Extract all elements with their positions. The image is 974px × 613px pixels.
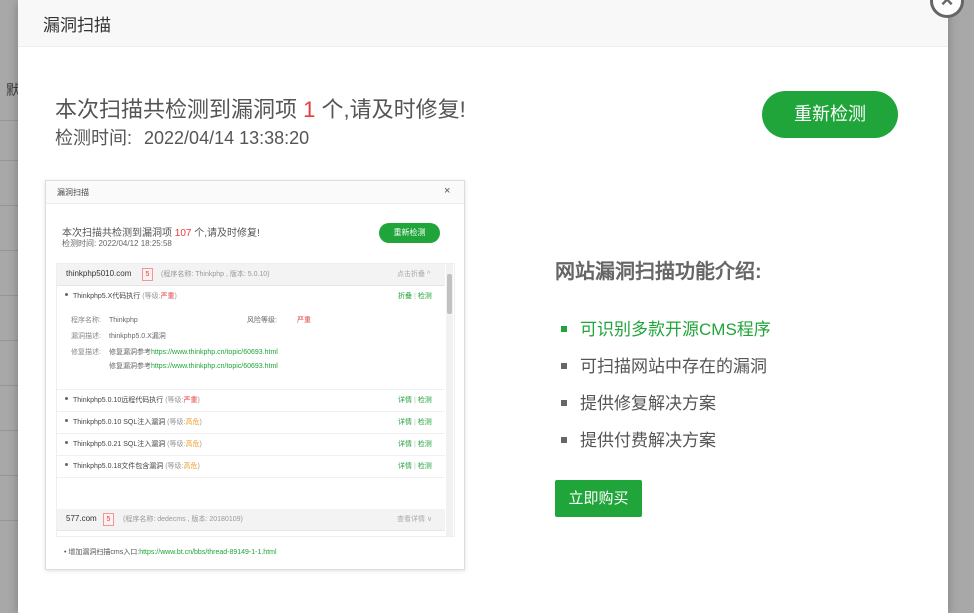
preview-vuln-item: Thinkphp5.X代码执行 (等级:严重) 折叠 | 检测 (57, 286, 445, 308)
buy-now-button[interactable]: 立即购买 (555, 480, 642, 517)
intro-title: 网站漏洞扫描功能介绍: (555, 261, 762, 283)
preview-site-meta: (程序名称: dedecms , 版本: 20180109) (123, 516, 243, 523)
square-bullet-icon (561, 362, 567, 369)
preview-time: 检测时间: 2022/04/12 18:25:58 (62, 239, 172, 248)
dialog-title: 漏洞扫描 (43, 16, 111, 35)
summary-prefix: 本次扫描共检测到漏洞项 (55, 97, 298, 122)
feature-item: 提供付费解决方案 (561, 426, 716, 451)
bullet-icon (65, 441, 68, 444)
preview-site-toggle: 点击折叠 ^ (397, 271, 431, 278)
detail-fix: 修复描述: 修复漏洞参考https://www.thinkphp.cn/topic… (71, 349, 278, 356)
square-bullet-icon (561, 325, 567, 332)
dialog-header: 漏洞扫描 (18, 0, 948, 47)
preview-vuln-item: Thinkphp5.0.21 SQL注入漏洞 (等级:高危) 详情 | 检测 (57, 434, 445, 456)
preview-footer: • 增加漏洞扫描cms入口:https://www.bt.cn/bbs/thre… (64, 549, 277, 556)
preview-rescan-button: 重新检测 (379, 223, 440, 243)
preview-site-toggle: 查看详情 ∨ (397, 516, 433, 523)
preview-scrollbar (446, 264, 453, 536)
preview-vuln-list: thinkphp5010.com 5 (程序名称: Thinkphp , 版本:… (56, 263, 455, 537)
feature-preview-image: 漏洞扫描 × 本次扫描共检测到漏洞项 107 个,请及时修复! 检测时间: 20… (45, 180, 465, 570)
bullet-icon (65, 397, 68, 400)
feature-item: 可扫描网站中存在的漏洞 (561, 352, 767, 377)
preview-vuln-name: Thinkphp5.X代码执行 (等级:严重) (73, 293, 177, 300)
preview-site-name: thinkphp5010.com (66, 269, 132, 278)
scan-time-value: 2022/04/14 13:38:20 (144, 128, 310, 148)
square-bullet-icon (561, 399, 567, 406)
preview-header: 漏洞扫描 × (46, 181, 464, 204)
bullet-icon (65, 419, 68, 422)
preview-site-badge: 5 (103, 513, 114, 526)
detail-risk: 风险等级: 严重 (247, 317, 311, 324)
vuln-count: 1 (303, 97, 316, 122)
preview-vuln-item: Thinkphp5.0.10 SQL注入漏洞 (等级:高危) 详情 | 检测 (57, 412, 445, 434)
scan-time: 检测时间: 2022/04/14 13:38:20 (55, 124, 309, 150)
scan-time-label: 检测时间: (55, 128, 133, 148)
preview-close-icon: × (444, 185, 451, 197)
preview-title: 漏洞扫描 (57, 188, 89, 197)
scan-summary: 本次扫描共检测到漏洞项 1 个,请及时修复! (55, 92, 466, 124)
preview-vuln-item: Thinkphp5.0.10远程代码执行 (等级:严重) 详情 | 检测 (57, 390, 445, 412)
preview-site-row: 577.com 5 (程序名称: dedecms , 版本: 20180109)… (57, 509, 445, 531)
preview-summary: 本次扫描共检测到漏洞项 107 个,请及时修复! (62, 224, 260, 239)
preview-vuln-actions: 折叠 | 检测 (398, 293, 432, 300)
bullet-icon (65, 293, 68, 296)
preview-vuln-item: Thinkphp5.0.18文件包含漏洞 (等级:高危) 详情 | 检测 (57, 456, 445, 478)
close-icon: × (933, 0, 961, 14)
detail-fix-2: 修复漏洞参考https://www.thinkphp.cn/topic/6069… (109, 363, 278, 370)
preview-summary-suffix: 个,请及时修复! (194, 228, 260, 239)
preview-site-row: thinkphp5010.com 5 (程序名称: Thinkphp , 版本:… (57, 264, 445, 286)
preview-scrollbar-thumb (447, 274, 452, 314)
vuln-scan-dialog: 漏洞扫描 × 本次扫描共检测到漏洞项 1 个,请及时修复! 检测时间: 2022/… (18, 0, 964, 613)
rescan-button[interactable]: 重新检测 (762, 91, 898, 138)
preview-site-badge: 5 (142, 268, 153, 281)
preview-vuln-detail: 程序名称: Thinkphp 风险等级: 严重 漏洞描述: thinkphp5.0.X… (57, 307, 445, 390)
preview-site-meta: (程序名称: Thinkphp , 版本: 5.0.10) (161, 271, 270, 278)
detail-desc: 漏洞描述: thinkphp5.0.X漏洞 (71, 333, 166, 340)
detail-program: 程序名称: Thinkphp (71, 317, 138, 324)
preview-site-name: 577.com (66, 514, 97, 523)
bullet-icon (65, 463, 68, 466)
preview-vuln-count: 107 (174, 228, 192, 239)
square-bullet-icon (561, 436, 567, 443)
summary-suffix: 个,请及时修复! (321, 97, 466, 122)
feature-item: 提供修复解决方案 (561, 389, 716, 414)
feature-item: 可识别多款开源CMS程序 (561, 315, 771, 340)
